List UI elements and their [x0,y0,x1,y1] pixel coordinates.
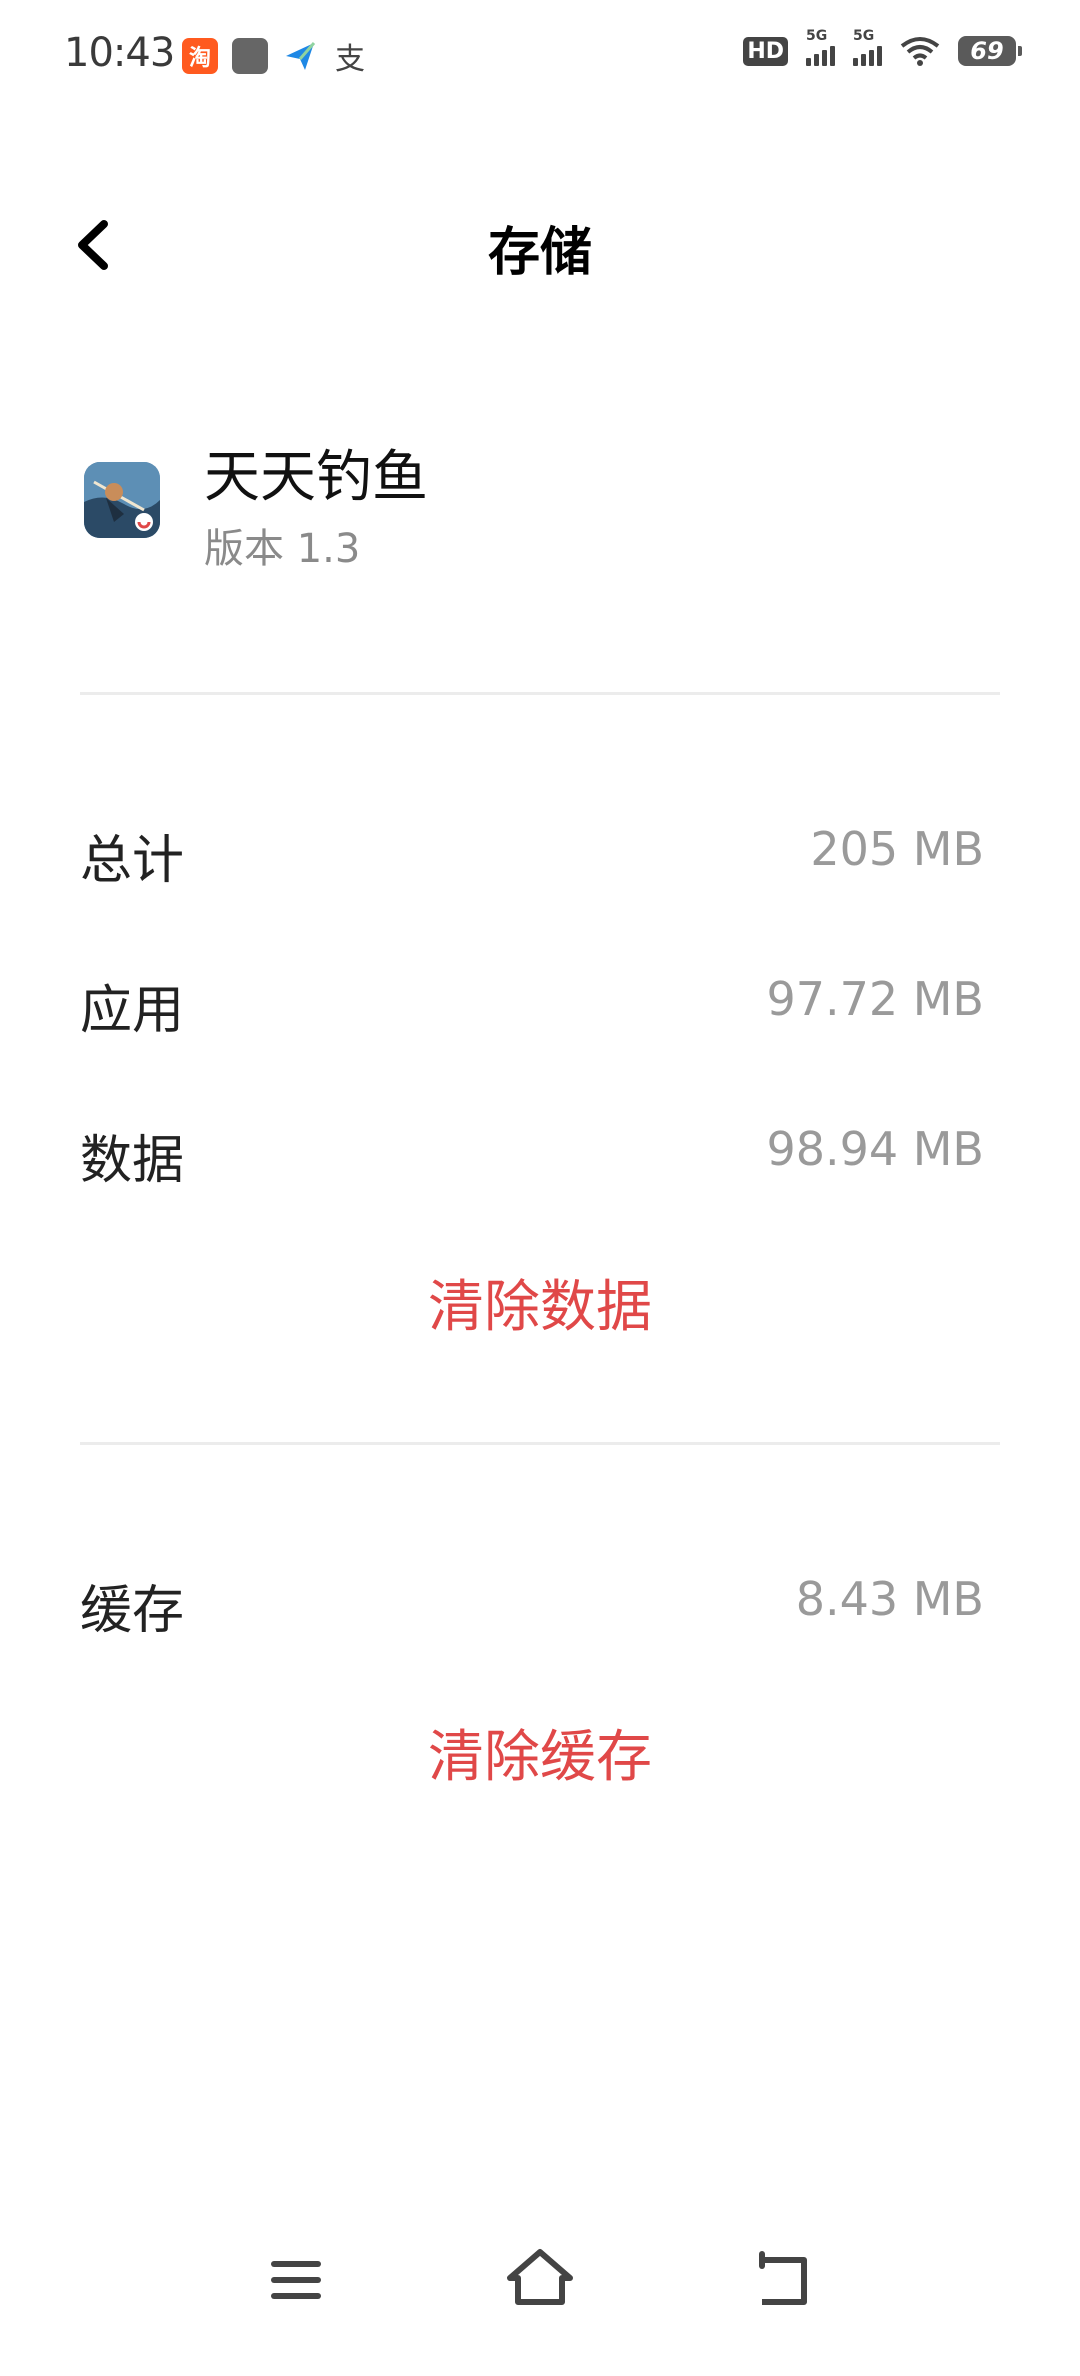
home-icon [507,2249,573,2305]
header: 存储 [0,190,1080,300]
clear-cache-button[interactable]: 清除缓存 [0,1712,1080,1793]
fishing-game-icon [84,462,160,538]
page-title: 存储 [487,223,592,283]
send-arrow-icon [282,38,318,74]
taobao-icon: 淘 [182,38,218,74]
menu-nav-button[interactable] [246,2230,346,2330]
app-info: 天天钓鱼 版本 1.3 [84,432,1004,582]
alipay-icon: 支 [332,38,368,77]
data-size-row: 数据 98.94 MB [80,1106,984,1191]
status-time: 10:43 [64,30,175,76]
back-nav-button[interactable] [732,2230,832,2330]
clear-data-button[interactable]: 清除数据 [0,1262,1080,1343]
back-arrow-icon [759,2251,807,2305]
cache-value: 8.43 MB [795,1572,984,1626]
divider [80,692,1000,695]
app-size-label: 应用 [80,981,185,1041]
home-nav-button[interactable] [490,2230,590,2330]
total-row: 总计 205 MB [80,806,984,891]
storage-settings-page: 10:43 淘 支 HD 5G 5G 69 存储 天天钓鱼 版本 1.3 总计 … [0,0,1080,2376]
signal-icon-1: 5G [806,28,835,66]
app-size-value: 97.72 MB [766,972,984,1026]
status-bar: 10:43 淘 支 HD 5G 5G 69 [0,0,1080,110]
battery-icon: 69 [958,36,1022,66]
data-size-value: 98.94 MB [766,1122,984,1176]
system-icons: HD 5G 5G 69 [743,28,1022,66]
wifi-icon [900,37,940,66]
data-size-label: 数据 [80,1131,185,1191]
cache-row: 缓存 8.43 MB [80,1556,984,1641]
divider [80,1442,1000,1445]
gray-app-icon [232,38,268,74]
menu-icon [271,2261,321,2299]
notification-icons: 淘 支 [182,38,368,77]
app-name: 天天钓鱼 [204,445,428,510]
total-value: 205 MB [810,822,984,876]
signal-icon-2: 5G [853,28,882,66]
app-size-row: 应用 97.72 MB [80,956,984,1041]
app-version: 版本 1.3 [204,526,361,572]
navigation-bar [0,2230,1080,2330]
total-label: 总计 [80,831,185,891]
hd-icon: HD [743,36,788,66]
cache-label: 缓存 [80,1581,185,1641]
